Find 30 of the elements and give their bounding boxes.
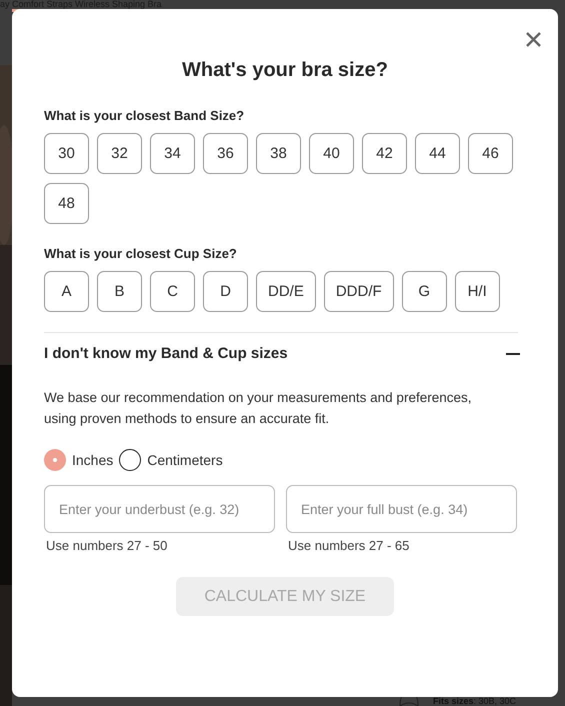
size-option[interactable]: B (97, 271, 142, 312)
size-option[interactable]: G (402, 271, 447, 312)
size-option[interactable]: DD/E (256, 271, 316, 312)
size-option[interactable]: C (150, 271, 195, 312)
input-field[interactable]: Enter your full bust (e.g. 34) (286, 485, 517, 533)
size-option[interactable]: D (203, 271, 248, 312)
size-option[interactable]: DDD/F (324, 271, 394, 312)
field-hint: Use numbers 27 - 50 (45, 538, 168, 553)
size-option[interactable]: 46 (468, 133, 513, 174)
section-title: I don't know my Band & Cup sizes (44, 345, 288, 362)
size-option[interactable]: H/I (454, 271, 500, 312)
unit-radio[interactable]: Centimeters (119, 449, 223, 471)
field-hint: Use numbers 27 - 65 (287, 538, 410, 553)
unit-radio[interactable]: Inches (44, 449, 114, 471)
input-field[interactable]: Enter your underbust (e.g. 32) (44, 485, 275, 533)
size-option[interactable]: 40 (309, 133, 354, 174)
size-option[interactable]: 36 (203, 133, 248, 174)
dialog-title: What's your bra size? (181, 59, 389, 82)
size-option[interactable]: 38 (256, 133, 301, 174)
close-button[interactable] (525, 31, 542, 48)
size-option[interactable]: 32 (97, 133, 142, 174)
size-option[interactable]: 44 (415, 133, 460, 174)
size-option[interactable]: 30 (44, 133, 89, 174)
size-option[interactable]: 48 (44, 183, 89, 224)
cup-question: What is your closest Cup Size? (44, 246, 238, 261)
size-option[interactable]: 34 (150, 133, 195, 174)
size-option[interactable]: 42 (362, 133, 407, 174)
band-question: What is your closest Band Size? (44, 108, 246, 123)
description: We base our recommendation on your measurements and preferences, using proven methods to ensure an accurate fit. (44, 389, 472, 428)
size-option[interactable]: A (44, 271, 89, 312)
